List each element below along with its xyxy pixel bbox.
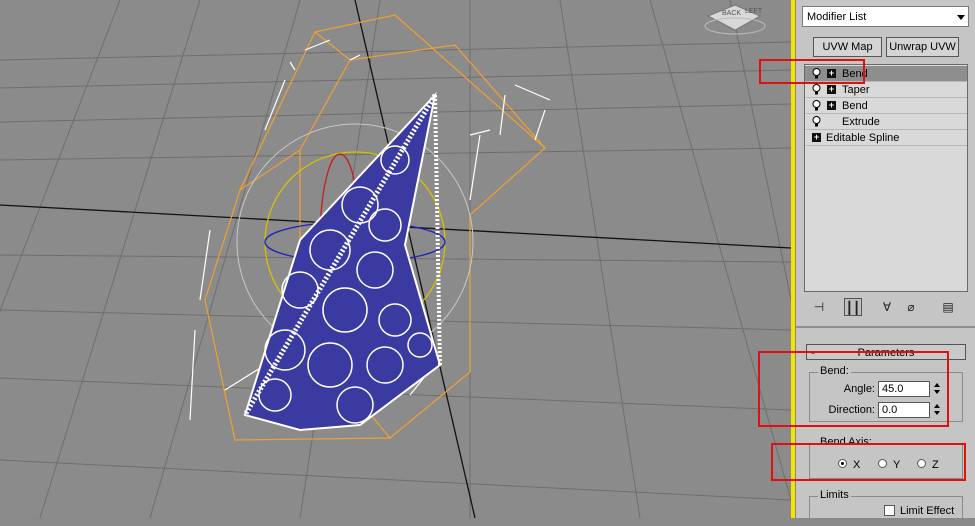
bent-cone-mesh	[242, 91, 442, 432]
expand-plus-icon[interactable]: +	[812, 133, 821, 142]
unwrap-uvw-button[interactable]: Unwrap UVW	[886, 37, 959, 57]
limits-group-title: Limits	[818, 489, 851, 501]
limit-effect-checkbox[interactable]	[884, 505, 895, 516]
chevron-down-icon	[957, 15, 965, 20]
uvw-map-button[interactable]: UVW Map	[813, 37, 882, 57]
stack-item-label: Bend	[842, 68, 868, 80]
stack-item-bend-top[interactable]: + Bend	[805, 66, 967, 82]
lightbulb-icon[interactable]	[812, 84, 821, 95]
stack-item-label: Taper	[842, 84, 870, 96]
stack-item-label: Bend	[842, 100, 868, 112]
expand-plus-icon[interactable]: +	[827, 69, 836, 78]
viewcube-left-label: LEFT	[745, 8, 763, 15]
modifier-list-value: Modifier List	[807, 11, 867, 23]
stack-item-extrude[interactable]: Extrude	[805, 114, 967, 130]
panel-separator	[796, 326, 975, 328]
axis-z-radio[interactable]	[917, 459, 926, 468]
spinner-up-icon[interactable]	[934, 383, 940, 387]
direction-field[interactable]: 0.0	[878, 402, 930, 418]
stack-item-bend[interactable]: + Bend	[805, 98, 967, 114]
spinner-down-icon[interactable]	[934, 411, 940, 415]
limit-effect-label: Limit Effect	[900, 505, 955, 517]
modify-command-panel: Modifier List UVW Map Unwrap UVW + Bend …	[795, 0, 975, 526]
parameters-rollout-title: Parameters	[857, 347, 915, 359]
direction-spinner[interactable]	[934, 402, 943, 418]
stack-item-taper[interactable]: + Taper	[805, 82, 967, 98]
lightbulb-icon[interactable]	[812, 100, 821, 111]
axis-y-radio[interactable]	[878, 459, 887, 468]
configure-modifier-sets-icon[interactable]: ▤	[939, 298, 957, 316]
stack-toolbar: ⊣ ┃┃ ∀ ⌀ ▤	[804, 296, 968, 318]
expand-plus-icon[interactable]: +	[827, 101, 836, 110]
remove-modifier-icon[interactable]: ⌀	[902, 298, 920, 316]
lightbulb-icon[interactable]	[812, 116, 821, 127]
expand-plus-icon[interactable]: +	[827, 85, 836, 94]
stack-item-label: Extrude	[842, 116, 880, 128]
make-unique-icon[interactable]: ∀	[878, 298, 896, 316]
perspective-viewport[interactable]: BACK LEFT	[0, 0, 791, 518]
axis-y-label: Y	[893, 459, 901, 471]
bend-axis-group-title: Bend Axis:	[818, 436, 874, 448]
viewport-scene: BACK LEFT	[0, 0, 791, 518]
pin-stack-icon[interactable]: ⊣	[810, 298, 828, 316]
spinner-up-icon[interactable]	[934, 404, 940, 408]
show-end-result-icon[interactable]: ┃┃	[844, 298, 862, 316]
viewcube-back-label: BACK	[722, 10, 741, 17]
parameters-rollout-header[interactable]: - Parameters	[806, 344, 966, 360]
angle-field[interactable]: 45.0	[878, 381, 930, 397]
direction-label: Direction:	[828, 404, 875, 416]
stack-item-label: Editable Spline	[826, 132, 900, 144]
axis-x-label: X	[853, 459, 861, 471]
modifier-stack: + Bend + Taper + Bend Extrude + Editable…	[804, 64, 968, 292]
lightbulb-icon[interactable]	[812, 68, 821, 79]
axis-x-radio[interactable]	[838, 459, 847, 468]
spinner-down-icon[interactable]	[934, 390, 940, 394]
viewcube[interactable]: BACK LEFT	[704, 4, 766, 35]
modifier-list-dropdown[interactable]: Modifier List	[802, 6, 969, 27]
angle-spinner[interactable]	[934, 381, 943, 397]
bend-group-title: Bend:	[818, 365, 851, 377]
angle-label: Angle:	[843, 383, 875, 395]
axis-z-label: Z	[932, 459, 939, 471]
stack-item-editable-spline[interactable]: + Editable Spline	[805, 130, 967, 146]
